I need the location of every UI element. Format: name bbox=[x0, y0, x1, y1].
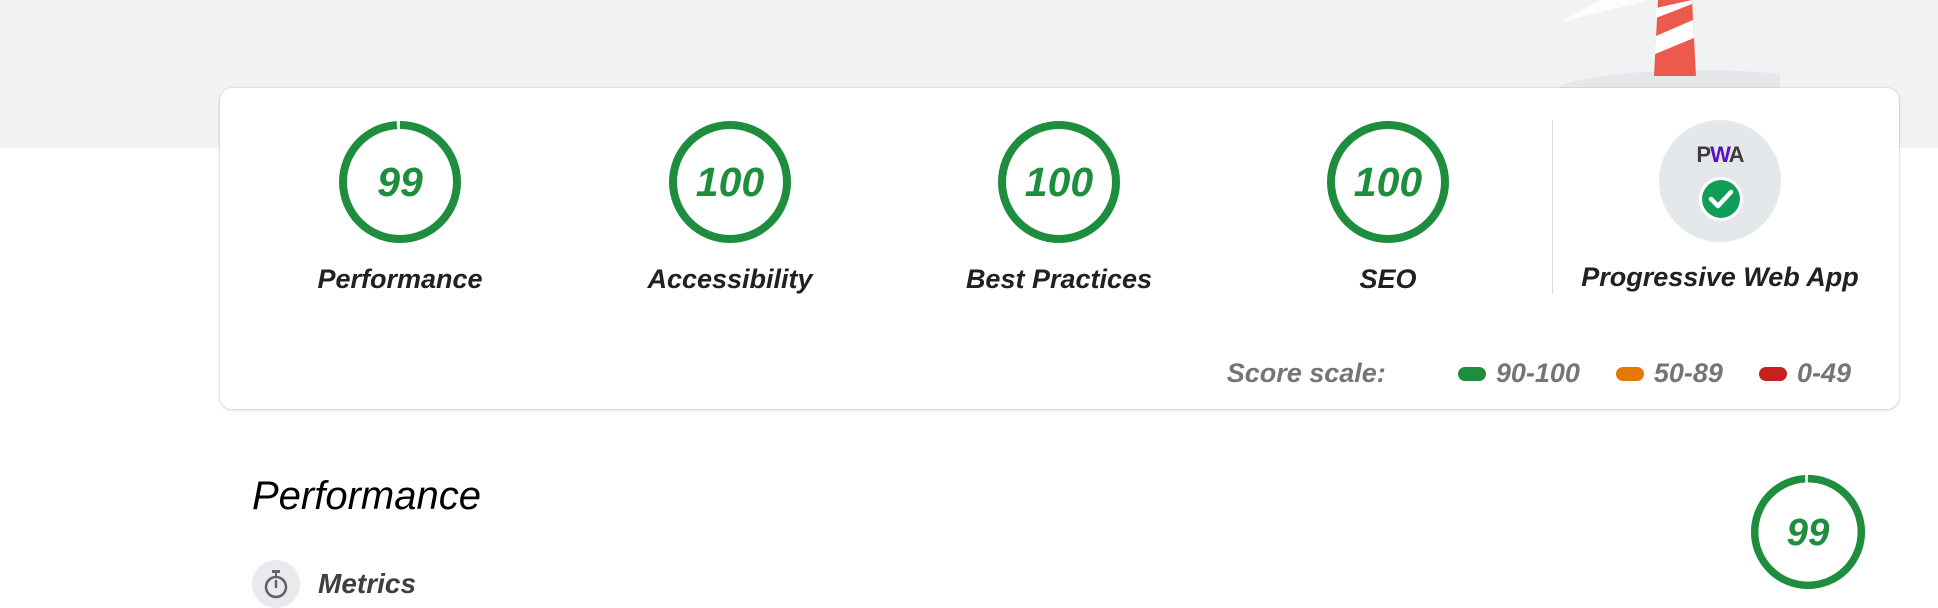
metrics-header[interactable]: Metrics bbox=[252, 560, 416, 608]
score-value: 99 bbox=[377, 159, 423, 205]
gauge-performance[interactable]: 99 Performance bbox=[300, 120, 500, 295]
category-label: Accessibility bbox=[647, 264, 813, 294]
stopwatch-icon bbox=[252, 560, 300, 608]
category-label: Performance bbox=[317, 264, 483, 294]
score-scale: Score scale: 90-100 50-89 0-49 bbox=[1227, 358, 1851, 389]
score-value: 100 bbox=[1354, 159, 1423, 205]
pwa-logo: PWA bbox=[1696, 142, 1744, 167]
pass-pill-icon bbox=[1457, 366, 1486, 381]
score-ring: 100 bbox=[997, 120, 1121, 244]
score-ring: 100 bbox=[668, 120, 792, 244]
gauge-best-practices[interactable]: 100 Best Practices bbox=[959, 120, 1159, 295]
scale-item-average: 50-89 bbox=[1615, 358, 1723, 389]
gauge-pwa[interactable]: PWA Progressive Web App bbox=[1570, 120, 1870, 293]
score-value: 99 bbox=[1787, 511, 1830, 554]
metrics-label: Metrics bbox=[318, 568, 417, 599]
lighthouse-illustration bbox=[1560, 0, 1780, 90]
section-title: Performance bbox=[252, 474, 481, 518]
gauge-accessibility[interactable]: 100 Accessibility bbox=[630, 120, 830, 295]
score-ring: 99 bbox=[338, 120, 462, 244]
category-label: Progressive Web App bbox=[1581, 262, 1859, 292]
scale-item-fail: 0-49 bbox=[1758, 358, 1851, 389]
category-label: Best Practices bbox=[965, 264, 1153, 294]
score-ring: 100 bbox=[1326, 120, 1450, 244]
average-pill-icon bbox=[1615, 366, 1644, 381]
scale-item-pass: 90-100 bbox=[1457, 358, 1580, 389]
score-value: 100 bbox=[1025, 159, 1094, 205]
category-label: SEO bbox=[1359, 264, 1417, 294]
score-scale-title: Score scale: bbox=[1226, 358, 1386, 388]
section-score-gauge[interactable]: 99 bbox=[1750, 474, 1866, 590]
pwa-badge: PWA bbox=[1659, 120, 1781, 242]
gauge-seo[interactable]: 100 SEO bbox=[1288, 120, 1488, 295]
score-value: 100 bbox=[696, 159, 765, 205]
scores-card: 99 Performance 100 Accessibility 100 Bes… bbox=[220, 88, 1899, 409]
check-circle-icon bbox=[1699, 177, 1743, 221]
gauge-divider bbox=[1552, 120, 1553, 294]
fail-pill-icon bbox=[1758, 366, 1787, 381]
